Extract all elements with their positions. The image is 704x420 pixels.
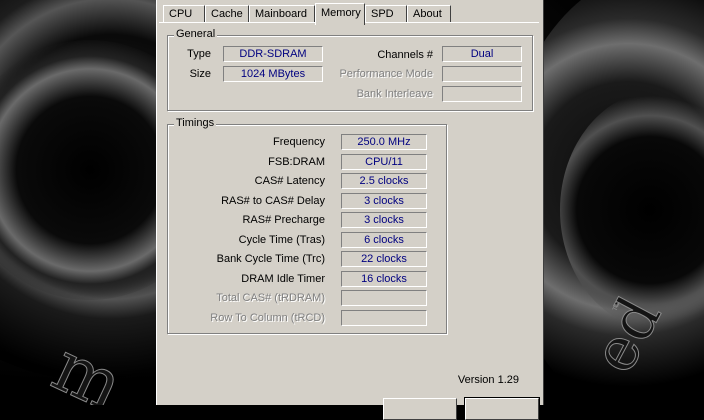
cpu-z-window: CPU Cache Mainboard Memory SPD About Gen… — [156, 0, 544, 420]
timing-label: Frequency — [273, 136, 325, 148]
tab-cache[interactable]: Cache — [205, 5, 249, 23]
tab-memory[interactable]: Memory — [315, 3, 365, 25]
timing-label: DRAM Idle Timer — [241, 273, 325, 285]
tab-mainboard[interactable]: Mainboard — [249, 5, 315, 23]
timings-group-title: Timings — [174, 117, 217, 129]
timing-label: FSB:DRAM — [268, 156, 325, 168]
performance-mode-label: Performance Mode — [339, 68, 433, 80]
tab-cpu[interactable]: CPU — [163, 5, 205, 23]
timing-label: Bank Cycle Time (Trc) — [216, 253, 325, 265]
timing-label: Cycle Time (Tras) — [238, 234, 325, 246]
performance-mode-value — [442, 66, 522, 82]
timing-value: 6 clocks — [341, 232, 427, 248]
timing-value: 250.0 MHz — [341, 134, 427, 150]
version-label: Version 1.29 — [457, 374, 519, 386]
timing-label: CAS# Latency — [254, 175, 325, 187]
channels-value: Dual — [442, 46, 522, 62]
channels-label: Channels # — [377, 49, 433, 61]
type-label: Type — [187, 48, 211, 60]
timing-value: 16 clocks — [341, 271, 427, 287]
validation-button[interactable] — [383, 398, 457, 420]
timing-value — [341, 310, 427, 326]
ok-button[interactable] — [464, 397, 540, 420]
timing-value: 2.5 clocks — [341, 173, 427, 189]
general-group-title: General — [174, 28, 218, 40]
timing-value: 22 clocks — [341, 251, 427, 267]
tab-about[interactable]: About — [407, 5, 451, 23]
timing-label: RAS# to CAS# Delay — [221, 195, 325, 207]
bank-interleave-value — [442, 86, 522, 102]
timing-label: RAS# Precharge — [242, 214, 325, 226]
timing-value: 3 clocks — [341, 193, 427, 209]
timing-label: Total CAS# (tRDRAM) — [216, 292, 325, 304]
timing-value: CPU/11 — [341, 154, 427, 170]
timing-value — [341, 290, 427, 306]
timing-value: 3 clocks — [341, 212, 427, 228]
timing-label: Row To Column (tRCD) — [210, 312, 325, 324]
bank-interleave-label: Bank Interleave — [356, 88, 433, 100]
tab-spd[interactable]: SPD — [365, 5, 407, 23]
size-label: Size — [189, 68, 211, 80]
